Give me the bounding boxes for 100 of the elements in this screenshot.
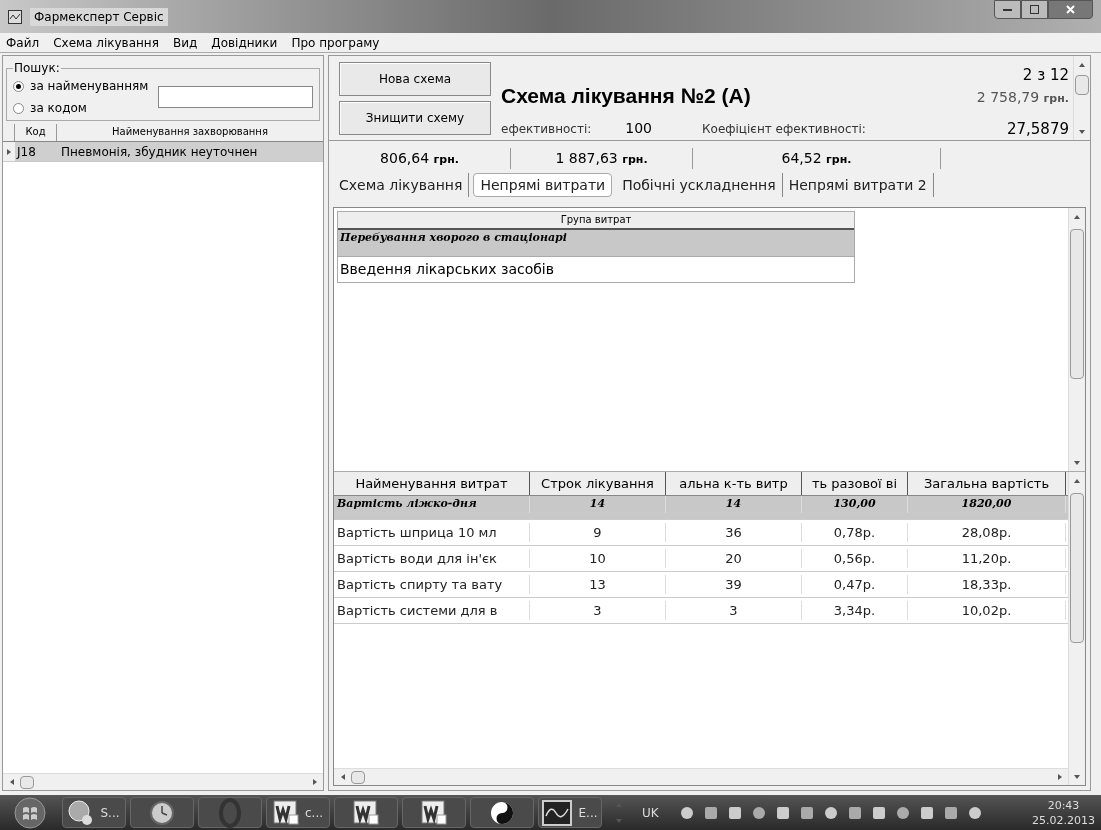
table-cell: 39 (666, 574, 802, 595)
scroll-right-icon[interactable] (1055, 773, 1064, 781)
table-cell-text: Пневмонія, збудник неуточнен (60, 143, 259, 161)
taskbar-button[interactable]: E... (538, 797, 602, 828)
tray-icon[interactable] (798, 804, 815, 821)
radio-option[interactable]: за кодом (13, 99, 149, 117)
column-header: Група витрат (338, 212, 854, 230)
table-cell: 0,78р. (802, 522, 908, 543)
tab[interactable]: Непрямі витрати (473, 173, 613, 197)
tab[interactable]: Схема лікування (333, 173, 470, 197)
taskbar-button[interactable]: c... (266, 797, 330, 828)
scheme-button[interactable]: Нова схема (339, 62, 491, 96)
monitor-icon (542, 799, 573, 826)
table-cell: 0,47р. (802, 574, 908, 595)
taskbar-button[interactable] (470, 797, 534, 828)
clock-time: 20:43 (1047, 797, 1080, 813)
menu-item[interactable]: Довідники (211, 33, 278, 52)
table-cell: 3,34р. (802, 600, 908, 621)
table-cell-text: J18 (15, 143, 37, 161)
column-header: ть разової ві (802, 472, 908, 495)
coefficient-value: 27,5879 (1006, 118, 1070, 140)
cost-total: 64,52 грн. (693, 147, 941, 169)
clock-icon (149, 799, 175, 826)
taskbar-button[interactable]: S... (62, 797, 126, 828)
tray-icon[interactable] (918, 804, 935, 821)
table-cell: 11,20р. (908, 548, 1066, 569)
table-cell: Вартість шприца 10 мл (334, 522, 530, 543)
maximize-icon (1030, 5, 1039, 14)
effectiveness-label: ефективності: (501, 120, 592, 138)
tab[interactable]: Побічні ускладнення (616, 173, 783, 197)
vertical-scrollbar[interactable] (1073, 56, 1090, 140)
clock-date: 25.02.2013 (1032, 812, 1095, 828)
table-cell: Вартість системи для в (334, 600, 530, 621)
tab[interactable]: Непрямі витрати 2 (782, 173, 934, 197)
table-cell: Вартість спирту та вату (334, 574, 530, 595)
table-cell: 0,56р. (802, 548, 908, 569)
table-cell: 3 (530, 600, 666, 621)
radio-option[interactable]: за найменуванням (13, 77, 149, 95)
menu-item[interactable]: Схема лікування (53, 33, 159, 52)
start-button[interactable] (14, 796, 46, 829)
language-indicator[interactable]: UK (642, 803, 659, 822)
table-cell: 10,02р. (908, 600, 1066, 621)
column-header: Код (15, 124, 57, 141)
document-icon (272, 799, 299, 826)
horizontal-scrollbar[interactable] (3, 773, 323, 790)
oval-icon (217, 797, 243, 828)
total-cost: 2 758,79 грн. (976, 87, 1069, 107)
window-title: Фармексперт Сервіс (30, 7, 168, 26)
tray-icon[interactable] (870, 804, 887, 821)
scroll-thumb[interactable] (1070, 229, 1084, 379)
scheme-title: Схема лікування №2 (А) (501, 83, 751, 109)
yin-yang-icon (489, 799, 515, 826)
horizontal-scrollbar[interactable] (334, 768, 1068, 785)
menu-item[interactable]: Про програму (291, 33, 380, 52)
scroll-down-icon[interactable] (1073, 772, 1081, 781)
table-cell: 13 (530, 574, 666, 595)
vertical-scrollbar[interactable] (1068, 472, 1085, 785)
minimize-button[interactable] (994, 0, 1021, 19)
app-icon (8, 9, 22, 24)
tray-icon[interactable] (702, 804, 719, 821)
table-cell: 18,33р. (908, 574, 1066, 595)
table-cell: 28,08р. (908, 522, 1066, 543)
scroll-thumb[interactable] (351, 770, 365, 784)
scroll-thumb[interactable] (20, 775, 34, 789)
table-cell: Введення лікарських засобів (338, 256, 854, 282)
column-header: Найменування витрат (334, 472, 530, 495)
scroll-down-icon[interactable] (1078, 127, 1086, 136)
table-cell: Перебування хворого в стаціонарі (338, 230, 854, 256)
taskbar-button[interactable] (334, 797, 398, 828)
tray-icon[interactable] (846, 804, 863, 821)
tray-icon[interactable] (774, 804, 791, 821)
minimize-icon (1003, 8, 1012, 11)
table-cell: Вартість ліжко-дня (334, 496, 530, 513)
taskbar-button[interactable] (402, 797, 466, 828)
table-cell: 20 (666, 548, 802, 569)
menu-item[interactable]: Файл (6, 33, 40, 52)
table-cell: 14 (666, 496, 802, 513)
scroll-thumb[interactable] (1075, 75, 1089, 95)
column-header: Строк лікування (530, 472, 666, 495)
table-cell: 130,00 (802, 496, 908, 513)
scroll-down-icon[interactable] (1073, 458, 1081, 467)
scroll-thumb[interactable] (1070, 493, 1084, 643)
menu-item[interactable]: Вид (172, 33, 198, 52)
table-cell: 14 (530, 496, 666, 513)
vertical-scrollbar[interactable] (1068, 208, 1085, 471)
document-icon (421, 799, 447, 826)
close-button[interactable] (1048, 0, 1093, 19)
search-field[interactable] (158, 86, 313, 108)
column-header: Найменування захворювання (111, 125, 269, 139)
table-cell: 3 (666, 600, 802, 621)
table-row[interactable]: J18 Пневмонія, збудник неуточнен (3, 142, 323, 162)
scroll-right-icon[interactable] (310, 778, 319, 786)
tray-icon[interactable] (942, 804, 959, 821)
scheme-button[interactable]: Знищити схему (339, 101, 491, 135)
row-pointer-icon[interactable] (5, 147, 13, 156)
maximize-button[interactable] (1021, 0, 1048, 19)
document-icon (353, 799, 379, 826)
table-cell: 1820,00 (908, 496, 1066, 513)
column-header: альна к-ть витр (666, 472, 802, 495)
tray-icon[interactable] (726, 804, 743, 821)
